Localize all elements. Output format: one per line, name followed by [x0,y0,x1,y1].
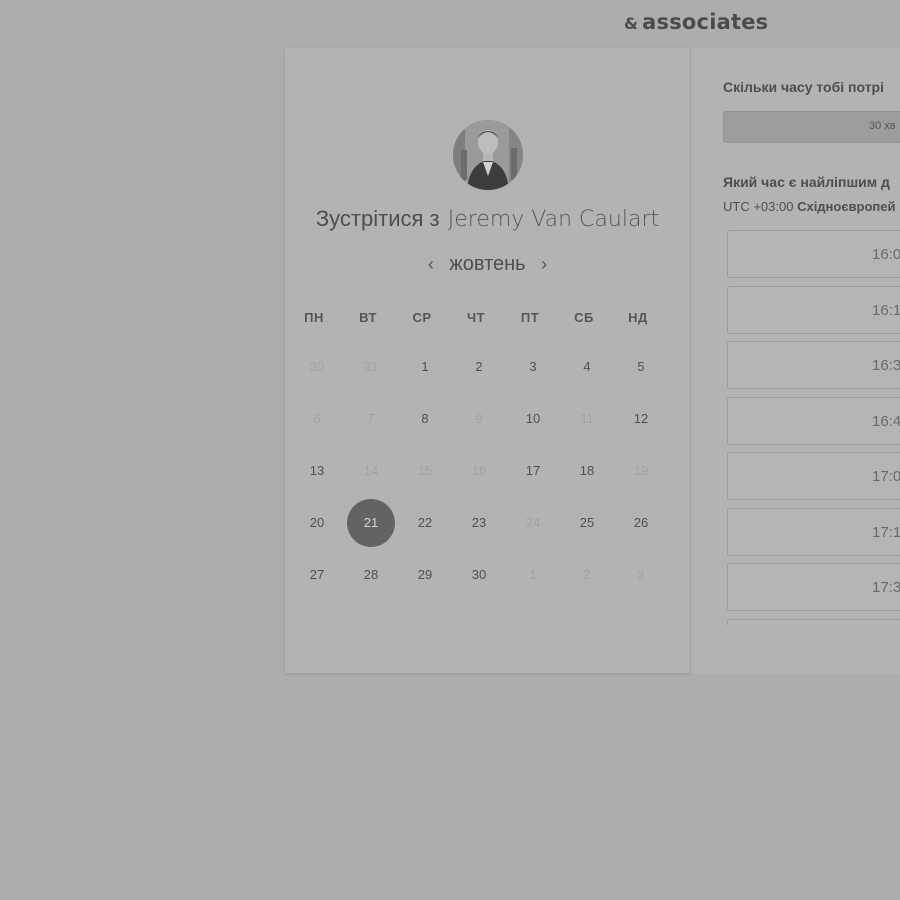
month-navigation: ‹ жовтень › [285,253,690,276]
time-slot-label: 17:0 [872,468,900,485]
time-slot-label: 17:3 [872,579,900,596]
time-slot-button[interactable]: 16:1 [727,285,900,334]
calendar-day: 1 [529,567,537,582]
time-slot-button[interactable]: 17:1 [727,507,900,556]
calendar-day[interactable]: 22 [401,499,449,547]
calendar-day: 6 [313,411,321,426]
time-slot-button[interactable]: 17:0 [727,452,900,500]
time-slot-list: 16:0 16:1 16:3 16:4 17:0 17:1 17:3 [727,230,900,625]
weekday-label: ВТ [359,310,377,325]
time-slot-button[interactable]: 16:0 [727,230,900,278]
time-slot-button[interactable]: 16:4 [727,396,900,445]
host-photo-icon [453,120,523,190]
calendar-day: 19 [633,463,649,478]
calendar-day: 24 [525,515,541,530]
calendar-card: Зустрітися з Jeremy Van Caulart ‹ жовтен… [285,48,690,673]
duration-question: Скільки часу тобі потрі [723,79,884,95]
next-month-icon[interactable]: › [531,254,557,275]
calendar-day[interactable]: 4 [563,343,611,391]
timezone-label[interactable]: UTC +03:00 Східноєвропей [723,199,895,214]
brand-ampersand: & [624,14,639,33]
time-slot-label: 16:3 [872,357,900,374]
calendar-day[interactable]: 30 [455,551,503,599]
calendar-day[interactable]: 20 [293,499,341,547]
calendar-day: 11 [580,411,594,426]
weekday-label: ПН [304,310,324,325]
calendar-day[interactable]: 13 [293,447,341,495]
calendar-day[interactable]: 10 [509,395,557,443]
timezone-offset: UTC +03:00 [723,199,794,214]
timezone-name: Східноєвропей [797,199,896,214]
weekday-label: ЧТ [466,310,486,325]
time-slot-label: 16:0 [872,246,900,263]
calendar-day[interactable]: 26 [617,499,665,547]
weekday-label: СР [412,310,432,325]
prev-month-icon[interactable]: ‹ [418,254,444,275]
calendar-day[interactable]: 27 [293,551,341,599]
time-selection-panel: Скільки часу тобі потрі 30 хв Який час є… [691,48,900,673]
meeting-title-prefix: Зустрітися з [315,206,440,231]
calendar-day[interactable]: 28 [347,551,395,599]
time-slot-label: 17:1 [872,523,900,541]
calendar-day[interactable]: 8 [401,395,449,443]
time-slot-label: 16:1 [872,301,900,319]
calendar-day[interactable]: 1 [401,343,449,391]
calendar-day: 16 [471,463,487,478]
host-avatar [453,120,523,190]
calendar-day: 15 [417,463,433,478]
calendar-day[interactable]: 25 [563,499,611,547]
time-slot-label: 16:4 [872,412,900,430]
calendar-day: 2 [583,567,591,582]
brand-name: associates [642,10,769,34]
calendar-day[interactable]: 29 [401,551,449,599]
calendar-day[interactable]: 18 [563,447,611,495]
time-slot-button[interactable] [727,618,900,625]
weekday-label: СБ [574,310,594,325]
calendar-day: 9 [475,411,483,426]
time-slot-button[interactable]: 17:3 [727,563,900,611]
time-question: Який час є найліпшим д [723,174,890,190]
calendar-day: 7 [367,411,375,426]
calendar-day[interactable]: 2 [455,343,503,391]
duration-selector[interactable]: 30 хв [723,111,900,143]
calendar-day[interactable]: 5 [617,343,665,391]
calendar-day: 30 [309,359,325,374]
calendar-day[interactable]: 3 [509,343,557,391]
host-name: Jeremy Van Caulart [447,207,660,232]
calendar-day[interactable]: 12 [617,395,665,443]
weekday-header: ПН ВТ СР ЧТ ПТ СБ НД [285,310,690,325]
calendar-grid: 30 31 1 2 3 4 5 6 7 8 9 10 11 12 13 14 15 16 17 18 19 20 21 22 2… [285,343,690,603]
calendar-day: 31 [363,359,379,374]
time-slot-button[interactable]: 16:3 [727,341,900,389]
weekday-label: НД [628,310,648,325]
calendar-day[interactable]: 17 [509,447,557,495]
calendar-day-selected[interactable]: 21 [347,499,395,547]
calendar-day[interactable]: 23 [455,499,503,547]
weekday-label: ПТ [520,310,540,325]
duration-value: 30 хв [869,120,896,132]
calendar-day: 3 [637,567,645,582]
calendar-day: 14 [363,463,379,478]
meeting-title: Зустрітися з Jeremy Van Caulart [285,206,690,232]
month-label: жовтень [449,253,526,275]
brand-logo: & associates [624,10,768,34]
